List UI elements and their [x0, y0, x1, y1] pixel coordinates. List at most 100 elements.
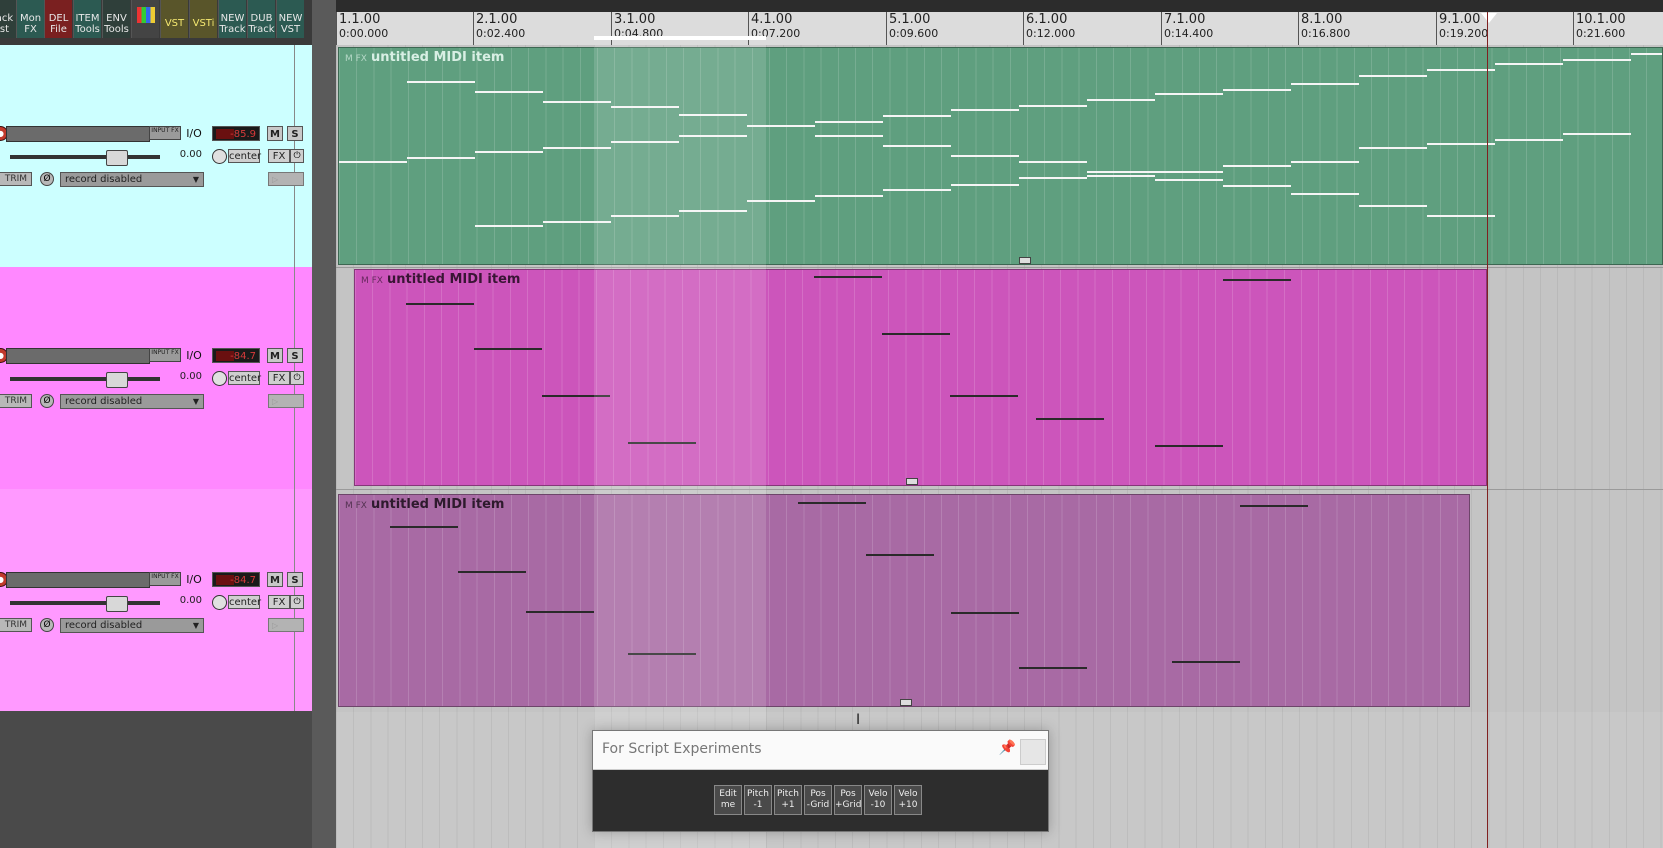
solo-button[interactable]: S	[287, 126, 303, 141]
peak-meter[interactable]: -84.7	[212, 348, 260, 363]
time-selection-bar[interactable]	[594, 36, 766, 40]
mute-button[interactable]: M	[267, 348, 283, 363]
pan-knob[interactable]	[212, 595, 227, 610]
fx-bypass-icon[interactable]: ⏻	[290, 371, 304, 385]
record-mode-dropdown[interactable]: record disabled ▼	[60, 394, 204, 409]
script-button-edit-me[interactable]: Edit me	[714, 785, 742, 815]
record-mode-dropdown[interactable]: record disabled ▼	[60, 172, 204, 187]
item-resize-handle[interactable]	[900, 699, 912, 706]
toolbar-button-item-tools[interactable]: ITEM Tools	[73, 0, 101, 38]
fx-button[interactable]: FX	[268, 149, 290, 163]
phase-invert-icon[interactable]: Ø	[40, 618, 54, 632]
ruler-bar: 4.1.00	[751, 12, 793, 27]
volume-fader-track[interactable]	[10, 155, 160, 159]
mute-button[interactable]: M	[267, 126, 283, 141]
midi-item-2[interactable]: M FX untitled MIDI item	[354, 269, 1487, 486]
script-window-titlebar[interactable]: For Script Experiments 📌	[593, 731, 1048, 770]
volume-fader-knob[interactable]	[106, 596, 128, 612]
midi-item-3[interactable]: M FX untitled MIDI item	[338, 494, 1470, 707]
trim-button[interactable]: TRIM	[0, 394, 32, 408]
track-panel-2: ● INPUT FX I/O -84.7 M S 0.00 center FX …	[0, 267, 312, 489]
pin-icon[interactable]: 📌	[999, 740, 1016, 756]
midi-note	[883, 189, 951, 191]
solo-button[interactable]: S	[287, 572, 303, 587]
time-selection-overlay	[594, 45, 766, 848]
track-name-field[interactable]	[6, 126, 150, 142]
envelope-button[interactable]: ▷	[268, 618, 304, 632]
tcp-empty-area[interactable]	[0, 711, 312, 848]
volume-fader-knob[interactable]	[106, 150, 128, 166]
item-mfx-badge[interactable]: M FX	[361, 276, 383, 286]
item-title[interactable]: M FX untitled MIDI item	[345, 497, 504, 512]
mute-button[interactable]: M	[267, 572, 283, 587]
track-name-field[interactable]	[6, 348, 150, 364]
fx-button[interactable]: FX	[268, 595, 290, 609]
close-button[interactable]	[1020, 739, 1046, 765]
record-mode-dropdown[interactable]: record disabled ▼	[60, 618, 204, 633]
envelope-button[interactable]: ▷	[268, 394, 304, 408]
fx-button[interactable]: FX	[268, 371, 290, 385]
script-button-pitch-down[interactable]: Pitch -1	[744, 785, 772, 815]
timeline-ruler[interactable]: 1.1.00 0:00.000 2.1.00 0:02.400 3.1.00 0:04…	[336, 0, 1663, 46]
item-resize-handle[interactable]	[906, 478, 918, 485]
toolbar-button-new-track[interactable]: NEW Track	[218, 0, 246, 38]
toolbar-button-delete-file[interactable]: DEL File	[44, 0, 72, 38]
arrange-view[interactable]: M FX untitled MIDI item M FX untitled MI…	[336, 45, 1663, 848]
peak-meter[interactable]: -84.7	[212, 572, 260, 587]
item-title[interactable]: M FX untitled MIDI item	[361, 272, 520, 287]
item-title[interactable]: M FX untitled MIDI item	[345, 50, 504, 65]
phase-invert-icon[interactable]: Ø	[40, 394, 54, 408]
midi-note	[475, 91, 543, 93]
ruler-time: 0:09.600	[889, 27, 939, 40]
script-button-velo-up[interactable]: Velo +10	[894, 785, 922, 815]
volume-value: 0.00	[179, 595, 202, 606]
midi-note	[950, 395, 1018, 397]
io-button[interactable]: I/O	[183, 348, 205, 363]
io-button[interactable]: I/O	[183, 572, 205, 587]
trim-button[interactable]: TRIM	[0, 618, 32, 632]
toolbar-button-vst[interactable]: VST	[160, 0, 188, 38]
ruler-region-lane[interactable]	[336, 0, 1663, 12]
toolbar-button-monitor-fx[interactable]: Mon FX	[16, 0, 44, 38]
script-button-pos-minus-grid[interactable]: Pos -Grid	[804, 785, 832, 815]
input-fx-label: INPUT FX	[151, 349, 179, 356]
fx-bypass-icon[interactable]: ⏻	[290, 149, 304, 163]
item-resize-handle[interactable]	[1019, 257, 1031, 264]
envelope-button[interactable]: ▷	[268, 172, 304, 186]
input-fx-button[interactable]: INPUT FX	[149, 348, 181, 362]
tcp-arrange-divider[interactable]	[312, 0, 336, 848]
peak-meter[interactable]: -85.9	[212, 126, 260, 141]
volume-fader-knob[interactable]	[106, 372, 128, 388]
trim-label: TRIM	[4, 174, 27, 184]
pan-knob[interactable]	[212, 149, 227, 164]
pan-knob[interactable]	[212, 371, 227, 386]
volume-fader-track[interactable]	[10, 377, 160, 381]
midi-note	[951, 109, 1019, 111]
toolbar-button-dub-track[interactable]: DUB Track	[247, 0, 275, 38]
item-mfx-badge[interactable]: M FX	[345, 54, 367, 64]
input-fx-button[interactable]: INPUT FX	[149, 126, 181, 140]
script-button-velo-down[interactable]: Velo -10	[864, 785, 892, 815]
midi-item-1[interactable]: M FX untitled MIDI item	[338, 47, 1663, 265]
play-cursor-marker-icon[interactable]	[1481, 13, 1497, 23]
toolbar-button-color[interactable]	[131, 0, 159, 38]
script-button-pos-plus-grid[interactable]: Pos +Grid	[834, 785, 862, 815]
trim-label: TRIM	[4, 396, 27, 406]
toolbar-button-vsti[interactable]: VSTi	[189, 0, 217, 38]
phase-invert-icon[interactable]: Ø	[40, 172, 54, 186]
item-mfx-badge[interactable]: M FX	[345, 501, 367, 511]
volume-fader-track[interactable]	[10, 601, 160, 605]
toolbar-button-new-vst[interactable]: NEW VST	[276, 0, 304, 38]
trim-button[interactable]: TRIM	[0, 172, 32, 186]
track-name-field[interactable]	[6, 572, 150, 588]
fx-bypass-icon[interactable]: ⏻	[290, 595, 304, 609]
solo-button[interactable]: S	[287, 348, 303, 363]
play-cursor[interactable]	[1487, 12, 1488, 848]
io-button[interactable]: I/O	[183, 126, 205, 141]
script-button-pitch-up[interactable]: Pitch +1	[774, 785, 802, 815]
volume-value: 0.00	[179, 149, 202, 160]
ruler-label: 2.1.00 0:02.400	[476, 13, 525, 41]
toolbar-button-env-tools[interactable]: ENV Tools	[102, 0, 130, 38]
input-fx-button[interactable]: INPUT FX	[149, 572, 181, 586]
io-label: I/O	[186, 127, 202, 140]
